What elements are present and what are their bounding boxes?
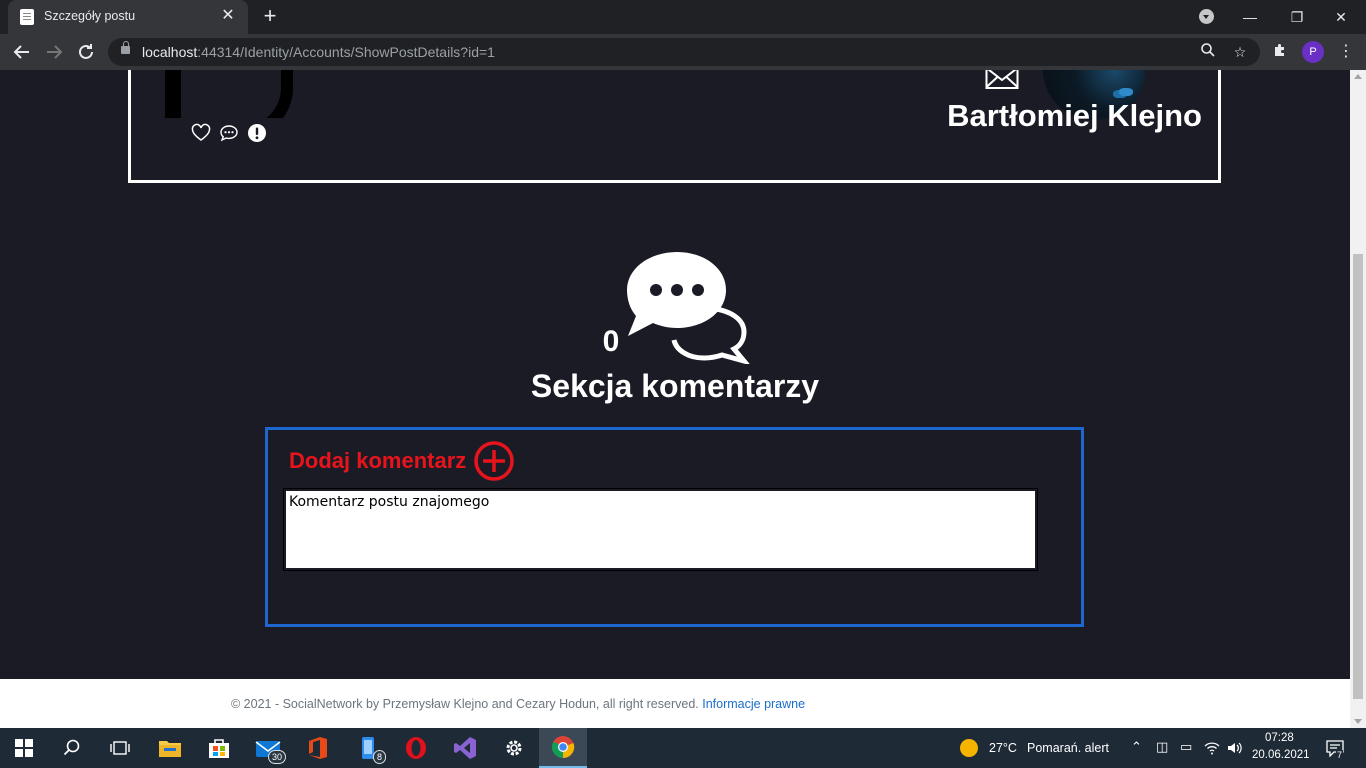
comments-section-title: Sekcja komentarzy [530,368,820,404]
legal-info-link[interactable]: Informacje prawne [702,697,805,711]
add-comment-plus-icon[interactable] [473,440,515,482]
zoom-icon[interactable] [1198,42,1218,62]
page-scrollbar[interactable] [1350,70,1366,728]
browser-tab-strip: Szczegóły postu ✕ + — ❐ ✕ [0,0,1366,34]
back-button[interactable] [10,40,34,64]
volume-icon[interactable] [1226,740,1242,756]
copyright-text: © 2021 - SocialNetwork by Przemysław Kle… [231,697,699,711]
post-image [161,70,301,118]
post-card: Bartłomiej Klejno [128,70,1221,183]
weather-sun-icon[interactable] [959,738,979,758]
chrome-icon [552,736,575,759]
visual-studio-icon [454,737,476,759]
footer-text: © 2021 - SocialNetwork by Przemysław Kle… [231,697,805,711]
bookmark-star-icon[interactable]: ☆ [1230,42,1250,62]
chevron-up-icon[interactable]: ⌃ [1131,739,1142,755]
report-icon[interactable] [247,123,267,143]
window-minimize-button[interactable]: — [1238,6,1262,28]
folder-icon [159,741,181,757]
arrow-right-icon [47,45,63,59]
windows-logo-icon [15,739,33,757]
author-name[interactable]: Bartłomiej Klejno [947,98,1202,134]
taskbar-search-button[interactable] [48,728,96,768]
battery-icon[interactable]: ▭ [1180,739,1192,755]
comment-icon[interactable] [219,123,239,143]
reload-icon [79,44,93,59]
task-view-icon [110,741,130,755]
post-actions [191,122,267,144]
comments-bubbles-icon [627,252,750,364]
browser-toolbar: localhost:44314/Identity/Accounts/ShowPo… [0,34,1366,70]
phone-badge: 8 [372,750,386,764]
tab-search-dropdown-icon[interactable] [1199,9,1214,24]
new-tab-button[interactable]: + [258,5,282,29]
add-comment-panel: Dodaj komentarz [265,427,1084,627]
wifi-icon[interactable] [1204,741,1220,755]
tab-close-button[interactable]: ✕ [218,6,238,26]
opera-icon [406,737,426,759]
taskbar-store[interactable] [195,728,243,768]
weather-alert[interactable]: Pomarań. alert [1027,741,1109,755]
browser-menu-icon[interactable]: ⋮ [1336,41,1356,63]
gear-icon [506,740,522,756]
scroll-down-icon[interactable] [1354,719,1362,724]
taskbar-office[interactable] [294,728,342,768]
meet-now-icon[interactable]: ◫ [1156,739,1168,755]
taskbar-opera[interactable] [392,728,440,768]
clock-time[interactable]: 07:28 [1265,732,1294,744]
address-bar[interactable]: localhost:44314/Identity/Accounts/ShowPo… [108,38,1260,66]
notification-count: 7 [1336,750,1344,760]
tab-title: Szczegóły postu [44,9,136,23]
start-button[interactable] [0,728,48,768]
task-view-button[interactable] [96,728,144,768]
search-icon [63,739,80,756]
taskbar-mail[interactable]: 30 [244,728,292,768]
scroll-up-icon[interactable] [1354,74,1362,79]
store-bag-icon [209,739,229,758]
arrow-left-icon [13,45,29,59]
taskbar-phone-app[interactable]: 8 [344,728,392,768]
browser-tab[interactable]: Szczegóły postu ✕ [8,0,248,34]
windows-taskbar: 30 8 27°C Pomarań. alert ⌃ ◫ ▭ 07:28 20.… [0,728,1366,768]
lock-icon [121,41,130,54]
taskbar-visual-studio[interactable] [441,728,489,768]
add-comment-title: Dodaj komentarz [289,448,467,473]
url-text[interactable]: localhost:44314/Identity/Accounts/ShowPo… [142,44,495,60]
page-footer: © 2021 - SocialNetwork by Przemysław Kle… [0,679,1350,728]
taskbar-chrome[interactable] [539,728,587,768]
window-close-button[interactable]: ✕ [1329,6,1353,28]
extensions-puzzle-icon[interactable] [1270,42,1290,62]
clock-date[interactable]: 20.06.2021 [1252,749,1310,761]
taskbar-settings[interactable] [490,728,538,768]
heart-icon[interactable] [191,123,211,143]
taskbar-file-explorer[interactable] [146,728,194,768]
comment-count: 0 [602,325,620,358]
profile-avatar[interactable]: P [1302,41,1324,63]
mail-badge: 30 [267,750,286,764]
page-viewport: Bartłomiej Klejno 0 Sekcja komentarzy Do… [0,70,1350,728]
office-icon [309,737,327,759]
page-favicon-icon [20,9,34,25]
scroll-thumb[interactable] [1353,254,1363,699]
weather-temperature[interactable]: 27°C [989,741,1017,755]
window-restore-button[interactable]: ❐ [1285,6,1309,28]
comment-textarea[interactable] [283,488,1038,571]
forward-button[interactable] [42,40,66,64]
mail-icon[interactable] [985,70,1019,90]
reload-button[interactable] [74,40,98,64]
